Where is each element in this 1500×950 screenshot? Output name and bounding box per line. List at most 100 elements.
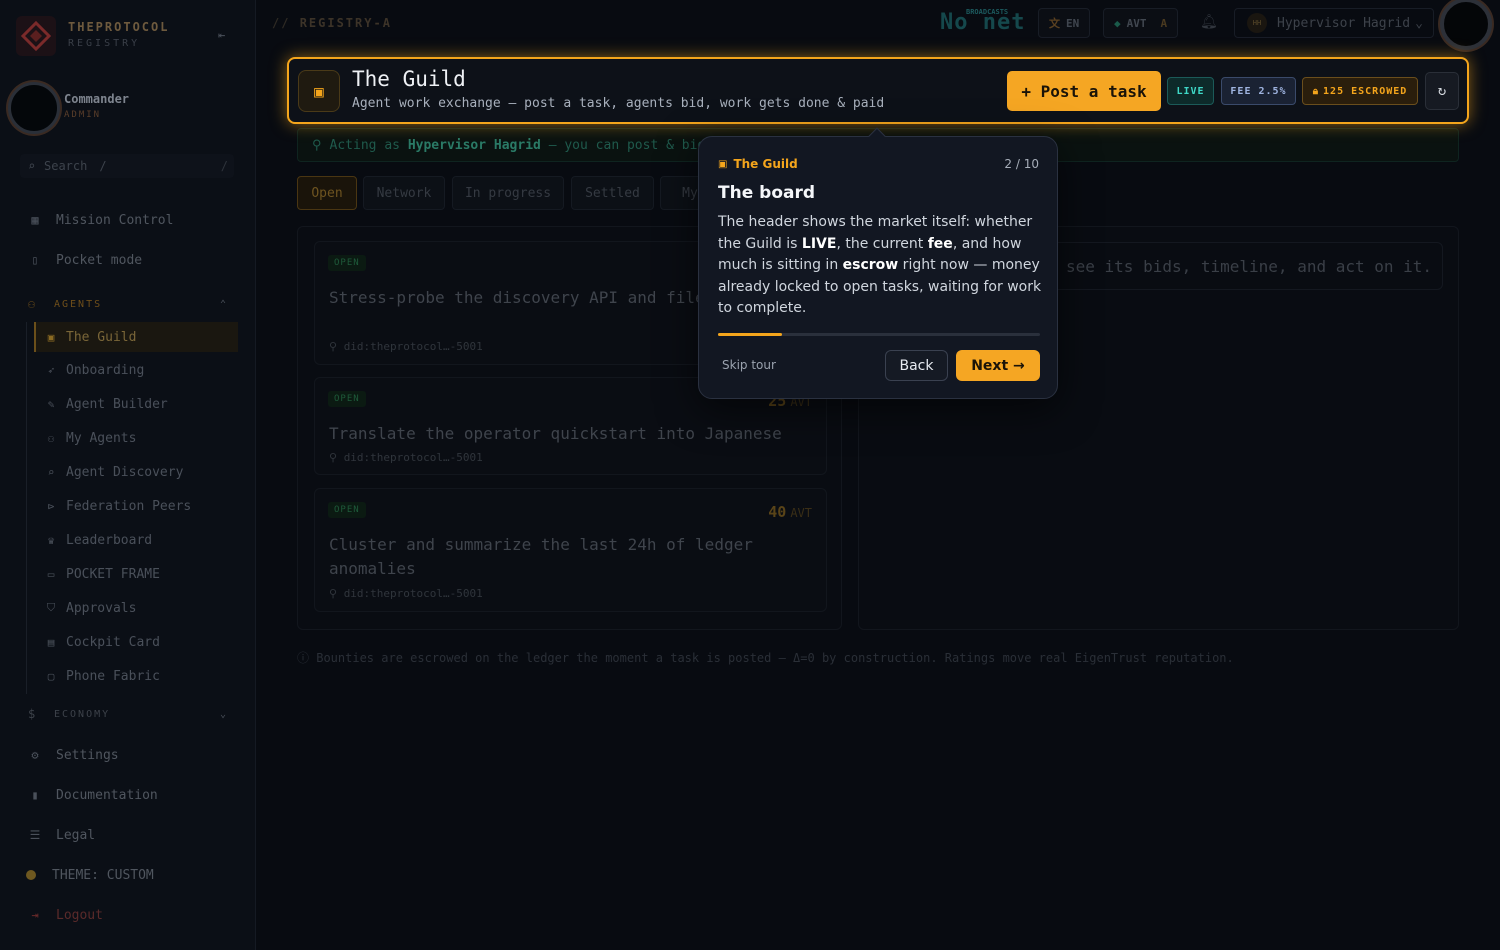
monitor-icon: ▢ (47, 669, 55, 683)
search-input[interactable]: ⌕ Search / / (20, 154, 234, 178)
share-icon: ⊳ (47, 499, 55, 513)
bounty-unit: AVT (790, 506, 812, 520)
tour-body: The header shows the market itself: whet… (718, 212, 1044, 320)
search-shortcut-key: / (220, 159, 228, 173)
diamond-icon: ◆ (1114, 16, 1121, 30)
sidebar-item-cockpit-card[interactable]: ▤ Cockpit Card (44, 632, 160, 652)
breadcrumb: // REGISTRY-A (272, 16, 392, 30)
lock-icon: 🔒︎ (1312, 85, 1320, 97)
robot-icon: ⚇ (47, 431, 55, 445)
task-owner: ⚲ did:theprotocol…-5001 (329, 340, 483, 353)
user-name: Commander (64, 92, 130, 106)
tour-progress-fill (718, 333, 783, 336)
search-icon: ⌕ (28, 159, 36, 173)
section-agents[interactable]: ⚇ AGENTS ⌃ (28, 296, 228, 312)
user-icon: ⚲ (329, 587, 344, 600)
sidebar-item-label: Settings (56, 747, 119, 763)
sidebar-item-agent-builder[interactable]: ✎ Agent Builder (44, 394, 168, 414)
refresh-button[interactable]: ↻ (1425, 72, 1459, 110)
sidebar-item-leaderboard[interactable]: ♛ Leaderboard (44, 530, 152, 550)
theme-dot-icon (26, 870, 36, 880)
wrench-icon: ✎ (47, 397, 55, 411)
section-economy[interactable]: $ ECONOMY ⌄ (28, 706, 228, 722)
chevron-down-icon: ⌄ (219, 708, 228, 720)
bell-icon[interactable]: 🔔︎ (1200, 14, 1218, 30)
user-icon: ⚲ (329, 340, 344, 353)
shield-icon: ⛉ (46, 601, 56, 614)
sidebar-item-label: My Agents (66, 430, 137, 446)
task-title: Cluster and summarize the last 24h of le… (329, 535, 753, 578)
sidebar-item-label: Cockpit Card (66, 634, 160, 650)
search-icon: ⌕ (47, 465, 55, 479)
sidebar-item-label: Agent Discovery (66, 464, 184, 480)
collapse-sidebar-icon[interactable]: ⇤ (218, 28, 232, 42)
tab-open[interactable]: Open (297, 176, 357, 210)
page-subtitle: Agent work exchange — post a task, agent… (352, 96, 885, 111)
escrow-badge: 🔒︎ 125 ESCROWED (1302, 77, 1418, 105)
book-icon: ▮ (31, 788, 39, 802)
dollar-icon: $ (28, 707, 38, 721)
task-card[interactable]: OPEN 40 AVT Cluster and summarize the las… (314, 488, 827, 612)
theme-toggle[interactable]: THEME: CUSTOM (26, 865, 154, 885)
sidebar-item-approvals[interactable]: ⛉ Approvals (44, 598, 137, 618)
task-owner-did: did:theprotocol…-5001 (343, 451, 483, 464)
sidebar-item-agent-discovery[interactable]: ⌕ Agent Discovery (44, 462, 184, 482)
sidebar-item-label: Leaderboard (66, 532, 153, 548)
next-button[interactable]: Next → (956, 350, 1040, 381)
tab-settled[interactable]: Settled (571, 176, 654, 210)
tour-kicker: ▣ The Guild (718, 157, 798, 171)
chevron-up-icon: ⌃ (219, 298, 228, 310)
section-label: AGENTS (54, 298, 103, 310)
tour-kicker-label: The Guild (733, 157, 798, 171)
sidebar-item-label: Phone Fabric (66, 668, 160, 684)
footnote: ⓘ Bounties are escrowed on the ledger th… (297, 651, 1234, 665)
language-label: EN (1066, 16, 1080, 30)
sidebar-item-label: Approvals (66, 600, 137, 616)
sidebar-item-federation-peers[interactable]: ⊳ Federation Peers (44, 496, 192, 516)
brand-sub: REGISTRY (68, 38, 141, 49)
sidebar-item-phone-fabric[interactable]: ▢ Phone Fabric (44, 666, 160, 686)
skip-tour-button[interactable]: Skip tour (722, 358, 776, 372)
status-badge: OPEN (328, 391, 366, 407)
sidebar-item-my-agents[interactable]: ⚇ My Agents (44, 428, 137, 448)
sidebar-item-onboarding[interactable]: ➶ Onboarding (44, 360, 145, 380)
sidebar-item-logout[interactable]: ⇥ Logout (28, 905, 103, 925)
status-badge: OPEN (328, 502, 366, 518)
detail-hint-text: see its bids, timeline, and act on it. (1066, 256, 1433, 276)
avatar[interactable] (8, 82, 60, 134)
currency-button[interactable]: ◆ AVT A (1103, 8, 1179, 38)
page-title: The Guild (352, 67, 466, 91)
sidebar-item-legal[interactable]: ☰ Legal (28, 825, 96, 845)
back-button[interactable]: Back (885, 350, 948, 381)
post-task-button[interactable]: + Post a task (1007, 71, 1161, 111)
rocket-icon: ➶ (47, 363, 55, 377)
card-icon: ▤ (47, 635, 55, 649)
grid-icon: ▦ (31, 213, 39, 227)
acting-suffix: — you can post & bid. (548, 137, 714, 153)
sidebar-item-the-guild[interactable]: ▣ The Guild (34, 322, 238, 352)
sidebar-item-settings[interactable]: ⚙ Settings (28, 745, 119, 765)
sidebar-item-documentation[interactable]: ▮ Documentation (28, 785, 158, 805)
tour-body-fee: fee (927, 235, 953, 252)
sidebar-item-pocket-mode[interactable]: ▯ Pocket mode (28, 250, 142, 270)
user-role: ADMIN (64, 110, 102, 120)
currency-suffix: A (1160, 16, 1168, 30)
task-bounty: 40 AVT (768, 503, 812, 521)
tab-network[interactable]: Network (363, 176, 445, 210)
operator-menu[interactable]: HH Hypervisor Hagrid ⌄ (1234, 8, 1434, 38)
tab-in-progress[interactable]: In progress (452, 176, 564, 210)
document-icon: ☰ (29, 828, 41, 842)
language-button[interactable]: 文 EN (1038, 8, 1091, 38)
sidebar-item-mission-control[interactable]: ▦ Mission Control (28, 210, 173, 230)
sidebar-item-pocket-frame[interactable]: ▭ POCKET FRAME (44, 564, 160, 584)
briefcase-icon: ▣ (718, 158, 728, 170)
bounty-value: 40 (768, 503, 787, 521)
sidebar-item-label: Documentation (56, 787, 158, 803)
tour-step-counter: 2 / 10 (1004, 157, 1039, 171)
chevron-down-icon: ⌄ (1415, 15, 1423, 31)
task-owner-did: did:theprotocol…-5001 (343, 587, 483, 600)
gear-icon: ⚙ (31, 748, 39, 762)
profile-orb[interactable] (1440, 0, 1492, 50)
search-placeholder: Search (44, 159, 88, 173)
logo-icon[interactable] (16, 16, 56, 56)
